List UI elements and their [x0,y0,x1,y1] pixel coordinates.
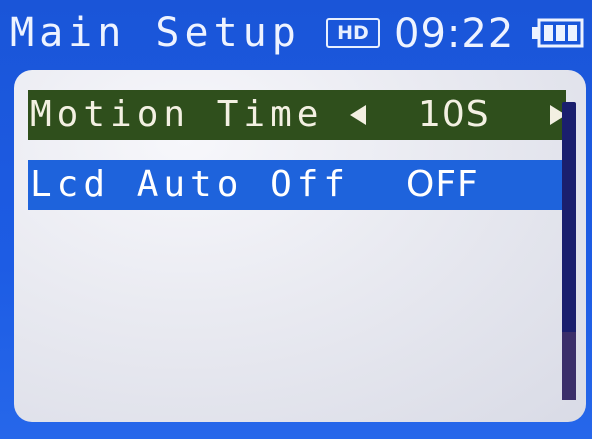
menu-item-value: 10S [418,94,490,135]
page-title: Main Setup [10,10,301,56]
scrollbar-thumb[interactable] [562,332,576,400]
menu-item-motion-time[interactable]: Motion Time 10S [28,90,566,140]
settings-panel: Motion Time 10S Lcd Auto Off OFF [14,70,586,422]
menu-item-value: OFF [406,164,479,205]
menu-item-label: Lcd Auto Off [30,164,351,205]
scrollbar[interactable] [562,102,576,400]
device-screen: Main Setup HD 09:22 Motion Time 10S Lcd … [0,0,592,439]
clock-time: 09:22 [394,11,515,57]
battery-full-icon [532,18,584,48]
hd-badge: HD [326,18,380,48]
menu-item-lcd-auto-off[interactable]: Lcd Auto Off OFF [28,160,566,210]
menu-item-label: Motion Time [30,94,324,135]
title-bar: Main Setup HD 09:22 [0,0,592,66]
arrow-left-icon[interactable] [350,105,366,125]
